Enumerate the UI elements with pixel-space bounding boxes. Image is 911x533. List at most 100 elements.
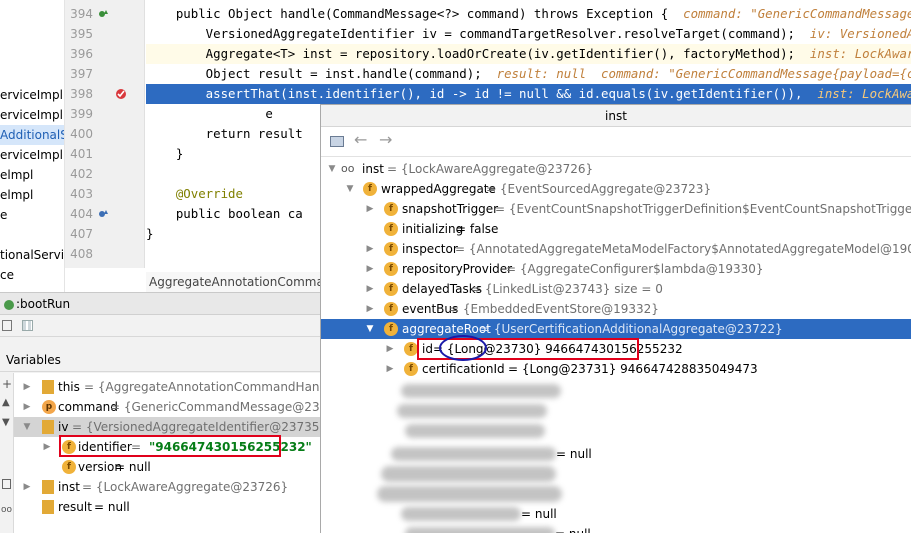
line-number: 396 [70, 47, 93, 61]
line-number: 394 [70, 7, 93, 21]
inline-value: inst: LockAwareA [817, 86, 911, 101]
variable-value: = null [115, 460, 151, 474]
up-icon[interactable]: ▲ [2, 397, 10, 408]
debug-tab-label: :bootRun [16, 297, 71, 311]
tree-row[interactable]: = null [321, 524, 911, 533]
tree-item[interactable]: ce [0, 265, 14, 285]
expand-arrow-icon[interactable]: ▶ [42, 437, 52, 457]
tree-item[interactable]: erviceImpl [0, 145, 63, 165]
grid-icon[interactable] [22, 320, 33, 331]
layout-icon[interactable] [2, 320, 12, 331]
tree-item[interactable]: elmpl [0, 165, 33, 185]
tree-row[interactable]: ▶ f delayedTasks = {LinkedList@23743} si… [321, 279, 911, 299]
field-icon: f [384, 242, 398, 256]
tree-row[interactable]: ▼ oo inst = {LockAwareAggregate@23726} [321, 159, 911, 179]
editor-gutter[interactable]: 394 395 396 397 398 399 400 401 402 403 … [65, 0, 207, 268]
expand-arrow-icon[interactable]: ▶ [365, 279, 375, 299]
collapse-arrow-icon[interactable]: ▼ [365, 319, 375, 339]
editor-breadcrumb[interactable]: AggregateAnnotationCommand [146, 272, 320, 292]
node-name: delayedTasks [402, 282, 482, 296]
inspect-popup[interactable]: inst ← → ▼ oo inst = {LockAwareAggregate… [320, 104, 911, 533]
forward-arrow-icon[interactable]: → [379, 130, 392, 149]
tree-row[interactable]: ▶ f snapshotTrigger = {EventCountSnapsho… [321, 199, 911, 219]
variable-row[interactable]: ▶ inst = {LockAwareAggregate@23726} [14, 477, 320, 497]
tree-row[interactable]: ▼ f wrappedAggregate = {EventSourcedAggr… [321, 179, 911, 199]
expand-arrow-icon[interactable]: ▶ [22, 397, 32, 417]
node-name: aggregateRoot [402, 322, 491, 336]
collapse-arrow-icon[interactable]: ▼ [22, 417, 32, 437]
tree-row[interactable]: = null [321, 444, 911, 464]
implements-icon[interactable] [97, 8, 109, 20]
variables-side-toolbar: + ▲ ▼ oo [0, 373, 14, 533]
redacted-region [401, 384, 561, 398]
inline-value: inst: LockAwareAg [809, 46, 911, 61]
back-arrow-icon[interactable]: ← [354, 130, 367, 149]
variable-row[interactable]: ▶ p command = {GenericCommandMessage@236… [14, 397, 320, 417]
tree-item[interactable]: erviceImpl [0, 105, 63, 125]
tree-row[interactable]: ▶ f eventBus = {EmbeddedEventStore@19332… [321, 299, 911, 319]
inline-value: iv: VersionedAggr [809, 26, 911, 41]
variable-row-selected[interactable]: ▼ iv = {VersionedAggregateIdentifier@237… [14, 417, 320, 437]
collapse-arrow-icon[interactable]: ▼ [345, 179, 355, 199]
down-icon[interactable]: ▼ [2, 417, 10, 428]
expand-arrow-icon[interactable]: ▶ [365, 299, 375, 319]
tree-layout-icon[interactable] [330, 136, 344, 147]
glasses-icon[interactable]: oo [1, 505, 12, 515]
tree-row[interactable]: ▶ f certificationId = {Long@23731} 94664… [321, 359, 911, 379]
expand-arrow-icon[interactable]: ▶ [385, 339, 395, 359]
field-icon: f [384, 322, 398, 336]
tree-row[interactable]: = null [321, 504, 911, 524]
project-tree: erviceImpl erviceImpl AdditionalSer ervi… [0, 0, 65, 292]
code-text: assertThat(inst.identifier(), id -> id !… [146, 86, 803, 101]
variable-value: = {LockAwareAggregate@23726} [82, 480, 289, 494]
tree-row[interactable]: ▶ f repositoryProvider = {AggregateConfi… [321, 259, 911, 279]
tree-item-selected[interactable]: AdditionalSer [0, 125, 64, 145]
line-number: 407 [70, 227, 93, 241]
variable-row[interactable]: result = null [14, 497, 320, 517]
redacted-region [401, 507, 521, 521]
field-icon: f [384, 282, 398, 296]
node-name: wrappedAggregate [381, 182, 496, 196]
expand-arrow-icon[interactable]: ▶ [22, 477, 32, 497]
line-number: 403 [70, 187, 93, 201]
expand-arrow-icon[interactable]: ▶ [365, 199, 375, 219]
tree-row[interactable]: f initializing = false [321, 219, 911, 239]
expand-arrow-icon[interactable]: ▶ [365, 239, 375, 259]
field-stack-icon [42, 480, 54, 494]
tree-item[interactable]: e [0, 205, 7, 225]
code-line: VersionedAggregateIdentifier iv = comman… [146, 24, 911, 44]
node-name: repositoryProvider [402, 262, 513, 276]
code-line: Aggregate<T> inst = repository.loadOrCre… [146, 44, 911, 64]
tree-row[interactable]: ▶ f inspector = {AnnotatedAggregateMetaM… [321, 239, 911, 259]
field-icon: f [384, 202, 398, 216]
tree-item[interactable]: elmpl [0, 185, 33, 205]
line-number: 397 [70, 67, 93, 81]
expand-arrow-icon[interactable]: ▶ [385, 359, 395, 379]
popup-tree[interactable]: ▼ oo inst = {LockAwareAggregate@23726} ▼… [321, 159, 911, 533]
debug-tab[interactable]: :bootRun [0, 293, 320, 315]
variables-tree[interactable]: + ▲ ▼ oo ▶ this = {AggregateAnnotationCo… [0, 373, 320, 533]
redacted-region [397, 404, 547, 418]
long-type-circle [439, 335, 487, 361]
code-text: e [146, 106, 273, 121]
field-icon: f [384, 222, 398, 236]
breakpoint-icon[interactable] [115, 88, 127, 100]
node-value: = {UserCertificationAdditionalAggregate@… [480, 322, 783, 336]
expand-arrow-icon[interactable]: ▶ [22, 377, 32, 397]
tree-row-selected[interactable]: ▼ f aggregateRoot = {UserCertificationAd… [321, 319, 911, 339]
field-icon: f [384, 262, 398, 276]
expand-arrow-icon[interactable]: ▶ [365, 259, 375, 279]
copy-icon[interactable] [2, 479, 11, 489]
tree-item[interactable]: erviceImpl [0, 85, 63, 105]
node-value: = {EmbeddedEventStore@19332} [449, 302, 659, 316]
tree-item[interactable]: tionalService [0, 245, 64, 265]
variable-row[interactable]: f version = null [14, 457, 320, 477]
add-watch-icon[interactable]: + [2, 377, 12, 391]
node-name: initializing [402, 222, 464, 236]
collapse-arrow-icon[interactable]: ▼ [327, 159, 337, 179]
node-value: = {EventSourcedAggregate@23723} [486, 182, 712, 196]
code-text: } [146, 226, 154, 241]
override-icon[interactable] [97, 208, 109, 220]
field-icon: f [384, 302, 398, 316]
variable-row[interactable]: ▶ this = {AggregateAnnotationCommandHand… [14, 377, 320, 397]
